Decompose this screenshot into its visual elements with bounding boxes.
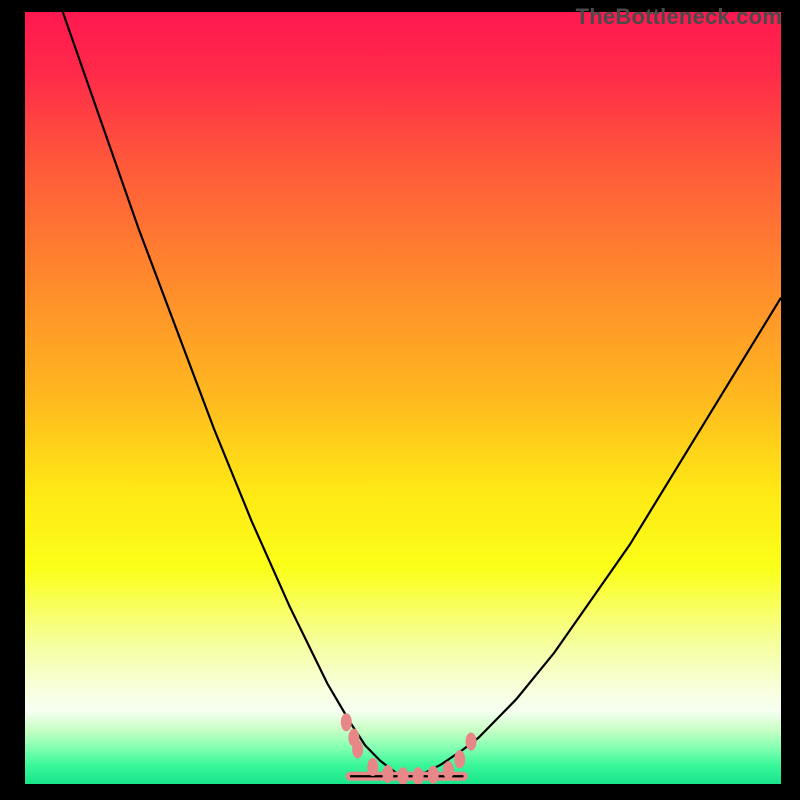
marker-0	[341, 713, 352, 731]
marker-7	[428, 766, 439, 784]
plot-area	[25, 12, 781, 784]
marker-9	[454, 750, 465, 768]
curve-left-branch	[63, 12, 403, 776]
marker-3	[367, 758, 378, 776]
marker-8	[443, 761, 454, 779]
watermark-text: TheBottleneck.com	[576, 4, 782, 30]
marker-4	[382, 765, 393, 783]
marker-2	[352, 740, 363, 758]
curve-right-branch	[403, 298, 781, 777]
chart-frame: TheBottleneck.com	[0, 0, 800, 800]
marker-10	[466, 733, 477, 751]
marker-6	[413, 767, 424, 784]
curve-layer	[25, 12, 781, 784]
marker-5	[397, 767, 408, 784]
